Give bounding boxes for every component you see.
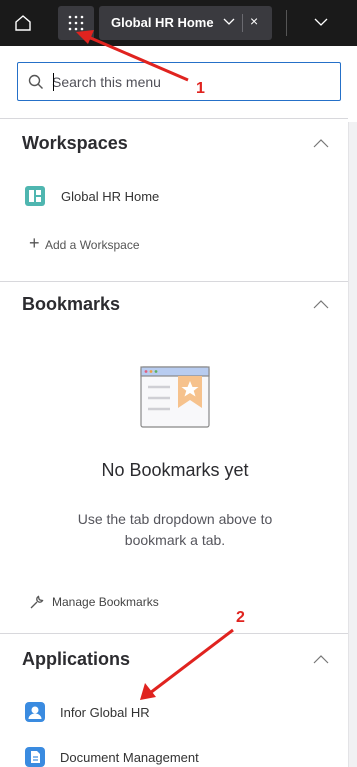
chevron-up-icon[interactable] (313, 138, 329, 148)
annotation-marker-1: 1 (196, 80, 205, 97)
search-input[interactable] (52, 70, 332, 94)
application-item-infor-global-hr[interactable]: Infor Global HR (22, 700, 322, 726)
text-cursor (53, 73, 54, 91)
workspace-item[interactable]: Global HR Home (22, 184, 322, 210)
wrench-icon (30, 595, 44, 609)
divider (286, 10, 287, 36)
tab-global-hr-home[interactable]: Global HR Home × (99, 6, 272, 40)
tab-label: Global HR Home (111, 15, 214, 30)
chevron-down-icon[interactable] (314, 18, 328, 27)
bookmark-illustration (140, 366, 210, 428)
person-icon (25, 702, 45, 722)
chevron-down-icon[interactable] (223, 18, 235, 26)
bookmarks-title: Bookmarks (22, 294, 121, 314)
workspace-icon (25, 186, 45, 206)
empty-state-text: Use the tab dropdown above to bookmark a… (77, 511, 273, 548)
add-workspace-label: Add a Workspace (45, 238, 140, 252)
search-icon (28, 74, 43, 89)
application-label: Infor Global HR (60, 705, 150, 720)
manage-bookmarks-label: Manage Bookmarks (52, 595, 159, 609)
chevron-up-icon[interactable] (313, 654, 329, 664)
chevron-up-icon[interactable] (313, 299, 329, 309)
applications-title: Applications (22, 649, 131, 669)
application-label: Document Management (60, 750, 199, 765)
workspaces-title: Workspaces (22, 133, 128, 153)
empty-state-title: No Bookmarks yet (101, 460, 249, 480)
top-bar: Global HR Home × (0, 0, 357, 46)
manage-bookmarks-button[interactable]: Manage Bookmarks (27, 592, 227, 612)
application-item-document-management[interactable]: Document Management (22, 745, 322, 767)
document-icon (25, 747, 45, 767)
divider (0, 281, 348, 282)
workspace-label: Global HR Home (61, 189, 160, 204)
search-box[interactable] (17, 62, 341, 101)
tab-separator (242, 14, 243, 32)
home-icon[interactable] (13, 13, 33, 33)
divider (0, 633, 348, 634)
app-menu-button[interactable] (58, 6, 94, 40)
close-icon[interactable]: × (250, 13, 258, 29)
plus-icon: + (29, 233, 40, 253)
scrollbar[interactable] (348, 122, 357, 767)
grid-icon (68, 15, 84, 31)
divider (0, 118, 348, 119)
annotation-marker-2: 2 (236, 609, 245, 626)
